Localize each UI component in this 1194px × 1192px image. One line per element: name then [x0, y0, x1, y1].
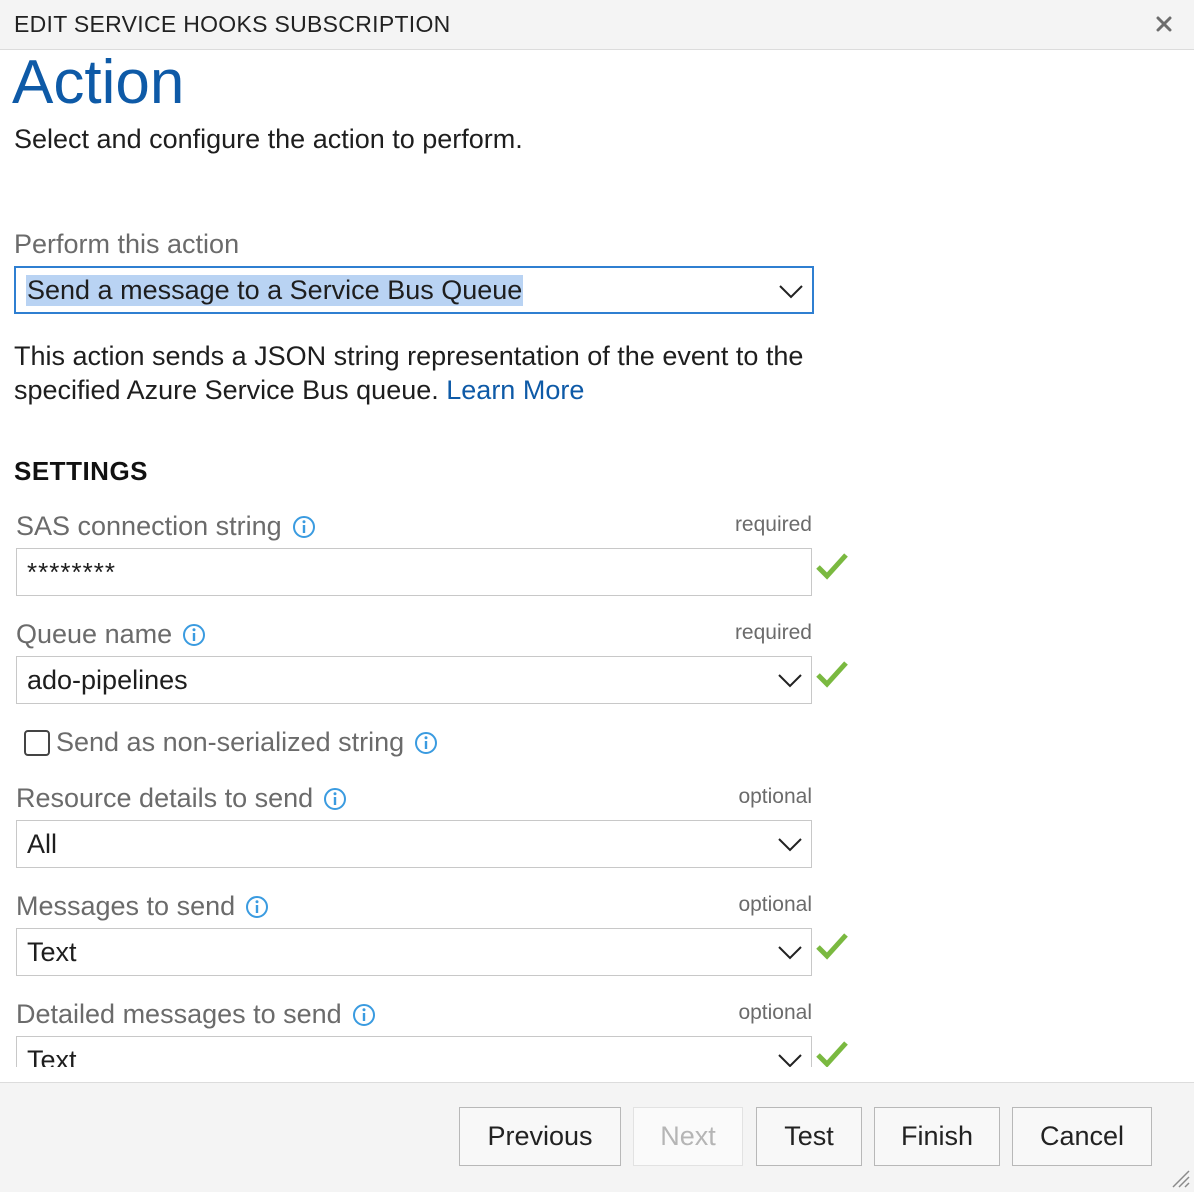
resource-details-requirement: optional	[738, 785, 812, 808]
action-select-value: Send a message to a Service Bus Queue	[26, 274, 524, 306]
action-label-text: Perform this action	[14, 229, 240, 259]
page-subtitle: Select and configure the action to perfo…	[14, 124, 523, 154]
messages-select[interactable]: Text	[16, 928, 812, 976]
chevron-down-icon	[778, 1054, 802, 1067]
checkmark-icon	[816, 553, 848, 580]
checkmark-icon	[816, 661, 848, 688]
chevron-down-icon	[778, 674, 802, 688]
info-icon[interactable]	[292, 515, 316, 539]
cancel-button[interactable]: Cancel	[1012, 1107, 1152, 1166]
dialog-titlebar: EDIT SERVICE HOOKS SUBSCRIPTION	[0, 0, 1194, 50]
dialog-footer: Previous Next Test Finish Cancel	[0, 1082, 1194, 1192]
detailed-messages-label: Detailed messages to send	[16, 999, 376, 1030]
previous-button[interactable]: Previous	[459, 1107, 621, 1166]
dialog-content: Action Select and configure the action t…	[0, 51, 1194, 1067]
info-icon[interactable]	[352, 1003, 376, 1027]
resize-grip-icon[interactable]	[1168, 1166, 1190, 1188]
messages-label: Messages to send	[16, 891, 269, 922]
non-serialized-label: Send as non-serialized string	[56, 727, 405, 757]
sas-label-text: SAS connection string	[16, 511, 282, 541]
detailed-messages-requirement: optional	[738, 1001, 812, 1024]
checkmark-icon	[816, 933, 848, 960]
detailed-messages-label-text: Detailed messages to send	[16, 999, 342, 1029]
queue-requirement: required	[734, 621, 812, 644]
action-description: This action sends a JSON string represen…	[14, 339, 814, 407]
finish-button[interactable]: Finish	[874, 1107, 1000, 1166]
test-button[interactable]: Test	[756, 1107, 862, 1166]
info-icon[interactable]	[323, 787, 347, 811]
non-serialized-checkbox[interactable]	[24, 729, 50, 756]
queue-label: Queue name	[16, 619, 206, 650]
checkmark-icon	[816, 1041, 848, 1067]
settings-heading: SETTINGS	[14, 456, 149, 486]
chevron-down-icon	[779, 285, 803, 299]
queue-name-value: ado-pipelines	[27, 664, 188, 695]
close-icon[interactable]	[1150, 10, 1178, 38]
resource-details-select[interactable]: All	[16, 820, 812, 868]
action-select[interactable]: Send a message to a Service Bus Queue	[14, 266, 814, 314]
info-icon[interactable]	[414, 731, 438, 755]
chevron-down-icon	[778, 838, 802, 852]
messages-requirement: optional	[738, 893, 812, 916]
queue-name-select[interactable]: ado-pipelines	[16, 656, 812, 704]
page-title: Action	[12, 51, 185, 117]
detailed-messages-value: Text	[27, 1044, 77, 1068]
messages-label-text: Messages to send	[16, 891, 236, 921]
non-serialized-row: Send as non-serialized string	[24, 727, 438, 758]
chevron-down-icon	[778, 946, 802, 960]
sas-label: SAS connection string	[16, 511, 316, 542]
info-icon[interactable]	[182, 623, 206, 647]
resource-details-label-text: Resource details to send	[16, 783, 314, 813]
info-icon[interactable]	[245, 895, 269, 919]
detailed-messages-select[interactable]: Text	[16, 1036, 812, 1067]
messages-value: Text	[27, 936, 77, 967]
action-label: Perform this action	[14, 229, 239, 260]
learn-more-link[interactable]: Learn More	[446, 375, 584, 405]
dialog-title: EDIT SERVICE HOOKS SUBSCRIPTION	[14, 11, 451, 37]
resource-details-label: Resource details to send	[16, 783, 347, 814]
queue-label-text: Queue name	[16, 619, 173, 649]
resource-details-value: All	[27, 828, 58, 859]
action-description-text: This action sends a JSON string represen…	[14, 341, 804, 405]
sas-connection-input[interactable]: ********	[16, 548, 812, 596]
sas-requirement: required	[734, 513, 812, 536]
next-button: Next	[633, 1107, 743, 1166]
